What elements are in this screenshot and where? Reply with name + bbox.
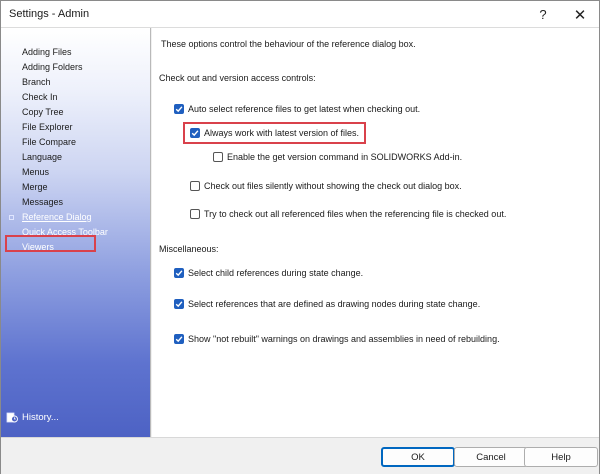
dialog-footer: OK Cancel Help xyxy=(1,437,599,474)
option-select-drawing-nodes[interactable]: Select references that are defined as dr… xyxy=(174,299,480,309)
checkbox-checked-icon[interactable] xyxy=(174,299,184,309)
sidebar-item-file-explorer[interactable]: File Explorer xyxy=(1,120,151,135)
checkbox-checked-icon[interactable] xyxy=(174,268,184,278)
intro-text: These options control the behaviour of t… xyxy=(161,39,416,49)
option-auto-select-reference[interactable]: Auto select reference files to get lates… xyxy=(174,104,420,114)
sidebar-item-adding-folders[interactable]: Adding Folders xyxy=(1,60,151,75)
option-highlight-box xyxy=(183,122,366,144)
title-bar: Settings - Admin ? ✕ xyxy=(1,1,599,28)
ok-button[interactable]: OK xyxy=(381,447,455,467)
section-heading-miscellaneous: Miscellaneous: xyxy=(159,244,219,254)
option-show-not-rebuilt-warnings[interactable]: Show "not rebuilt" warnings on drawings … xyxy=(174,334,500,344)
checkbox-unchecked-icon[interactable] xyxy=(213,152,223,162)
checkbox-unchecked-icon[interactable] xyxy=(190,209,200,219)
sidebar-item-adding-files[interactable]: Adding Files xyxy=(1,45,151,60)
checkbox-checked-icon[interactable] xyxy=(174,104,184,114)
sidebar-item-messages[interactable]: Messages xyxy=(1,195,151,210)
history-label: History... xyxy=(22,411,59,423)
sidebar-item-file-compare[interactable]: File Compare xyxy=(1,135,151,150)
history-icon xyxy=(6,412,18,423)
section-heading-version-access: Check out and version access controls: xyxy=(159,73,316,83)
sidebar-item-reference-dialog[interactable]: Reference Dialog xyxy=(1,210,151,225)
selected-item-highlight xyxy=(5,235,96,252)
window-title: Settings - Admin xyxy=(9,8,90,20)
sidebar-item-language[interactable]: Language xyxy=(1,150,151,165)
option-enable-get-version[interactable]: Enable the get version command in SOLIDW… xyxy=(213,152,462,162)
sidebar-item-branch[interactable]: Branch xyxy=(1,75,151,90)
sidebar-item-menus[interactable]: Menus xyxy=(1,165,151,180)
cancel-button[interactable]: Cancel xyxy=(454,447,528,467)
close-icon[interactable]: ✕ xyxy=(561,1,599,28)
selected-bullet-icon xyxy=(9,215,14,220)
help-icon[interactable]: ? xyxy=(524,1,562,28)
option-check-out-silently[interactable]: Check out files silently without showing… xyxy=(190,181,462,191)
settings-sidebar: Adding Files Adding Folders Branch Check… xyxy=(1,28,151,437)
sidebar-nav: Adding Files Adding Folders Branch Check… xyxy=(1,45,151,255)
reference-dialog-panel: These options control the behaviour of t… xyxy=(152,28,599,437)
option-select-child-references[interactable]: Select child references during state cha… xyxy=(174,268,363,278)
history-link[interactable]: History... xyxy=(6,409,59,425)
settings-dialog: Settings - Admin ? ✕ Adding Files Adding… xyxy=(0,0,600,474)
sidebar-item-merge[interactable]: Merge xyxy=(1,180,151,195)
help-button[interactable]: Help xyxy=(524,447,598,467)
checkbox-unchecked-icon[interactable] xyxy=(190,181,200,191)
sidebar-item-copy-tree[interactable]: Copy Tree xyxy=(1,105,151,120)
option-check-out-all-referenced[interactable]: Try to check out all referenced files wh… xyxy=(190,209,506,219)
sidebar-item-check-in[interactable]: Check In xyxy=(1,90,151,105)
checkbox-checked-icon[interactable] xyxy=(174,334,184,344)
